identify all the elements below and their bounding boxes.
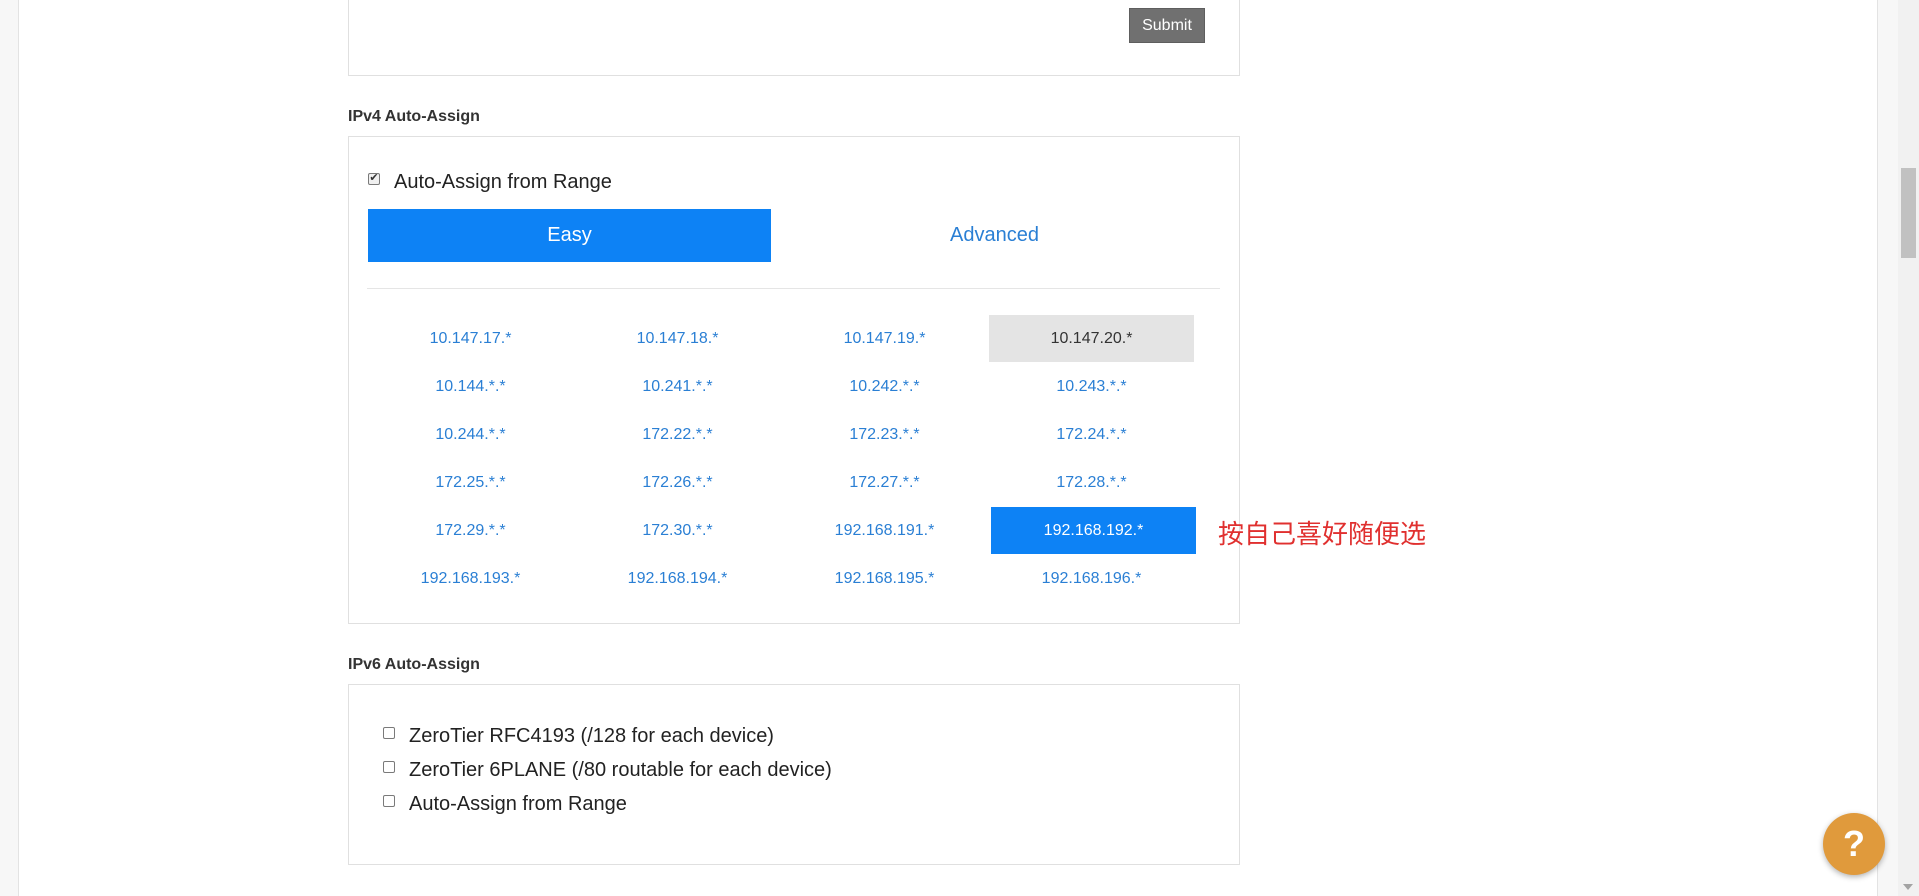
range-option[interactable]: 192.168.196.*: [989, 555, 1194, 602]
range-option[interactable]: 172.28.*.*: [989, 459, 1194, 506]
tab-divider: [367, 288, 1220, 289]
ipv4-auto-assign-checkbox[interactable]: ✔: [368, 172, 380, 185]
range-option[interactable]: 10.144.*.*: [368, 363, 573, 410]
range-option[interactable]: 192.168.192.*: [991, 507, 1196, 554]
page: Submit IPv4 Auto-Assign ✔ Auto-Assign fr…: [0, 0, 1919, 896]
range-option[interactable]: 10.147.17.*: [368, 315, 573, 362]
ipv4-auto-assign-label: Auto-Assign from Range: [394, 171, 612, 193]
range-option[interactable]: 192.168.194.*: [575, 555, 780, 602]
range-option[interactable]: 172.30.*.*: [575, 507, 780, 554]
scroll-down-arrow-icon[interactable]: [1903, 884, 1913, 890]
range-option[interactable]: 192.168.191.*: [782, 507, 987, 554]
range-option[interactable]: 10.147.19.*: [782, 315, 987, 362]
ipv6-rfc4193-label: ZeroTier RFC4193 (/128 for each device): [409, 725, 774, 747]
range-option[interactable]: 10.242.*.*: [782, 363, 987, 410]
range-option[interactable]: 172.26.*.*: [575, 459, 780, 506]
range-option[interactable]: 172.25.*.*: [368, 459, 573, 506]
ipv6-section-heading: IPv6 Auto-Assign: [348, 656, 480, 673]
scrollbar-thumb[interactable]: [1901, 168, 1916, 258]
range-option[interactable]: 10.147.20.*: [989, 315, 1194, 362]
range-option[interactable]: 10.241.*.*: [575, 363, 780, 410]
network-settings-panel: [348, 0, 1240, 76]
range-option[interactable]: 10.243.*.*: [989, 363, 1194, 410]
ipv6-option-auto-assign[interactable]: Auto-Assign from Range: [383, 793, 627, 816]
ipv6-6plane-checkbox[interactable]: [383, 760, 395, 773]
range-option[interactable]: 172.27.*.*: [782, 459, 987, 506]
range-option[interactable]: 172.24.*.*: [989, 411, 1194, 458]
tab-advanced[interactable]: Advanced: [793, 209, 1196, 262]
ipv6-option-rfc4193[interactable]: ZeroTier RFC4193 (/128 for each device): [383, 725, 774, 748]
range-option[interactable]: 172.23.*.*: [782, 411, 987, 458]
range-option[interactable]: 172.22.*.*: [575, 411, 780, 458]
ipv6-option-6plane[interactable]: ZeroTier 6PLANE (/80 routable for each d…: [383, 759, 832, 782]
range-option[interactable]: 172.29.*.*: [368, 507, 573, 554]
ipv6-6plane-label: ZeroTier 6PLANE (/80 routable for each d…: [409, 759, 832, 781]
ipv6-rfc4193-checkbox[interactable]: [383, 726, 395, 739]
help-button[interactable]: ?: [1823, 813, 1885, 875]
scrollbar[interactable]: [1898, 0, 1919, 896]
range-option[interactable]: 10.244.*.*: [368, 411, 573, 458]
ipv4-section-heading: IPv4 Auto-Assign: [348, 108, 480, 125]
annotation-note: 按自己喜好随便选: [1218, 520, 1427, 550]
ipv6-auto-assign-checkbox[interactable]: [383, 794, 395, 807]
ipv4-auto-assign-row[interactable]: ✔ Auto-Assign from Range: [368, 171, 612, 194]
tab-easy[interactable]: Easy: [368, 209, 771, 262]
ipv6-auto-assign-label: Auto-Assign from Range: [409, 793, 627, 815]
range-option[interactable]: 10.147.18.*: [575, 315, 780, 362]
submit-button[interactable]: Submit: [1129, 8, 1205, 43]
range-option[interactable]: 192.168.193.*: [368, 555, 573, 602]
range-option[interactable]: 192.168.195.*: [782, 555, 987, 602]
